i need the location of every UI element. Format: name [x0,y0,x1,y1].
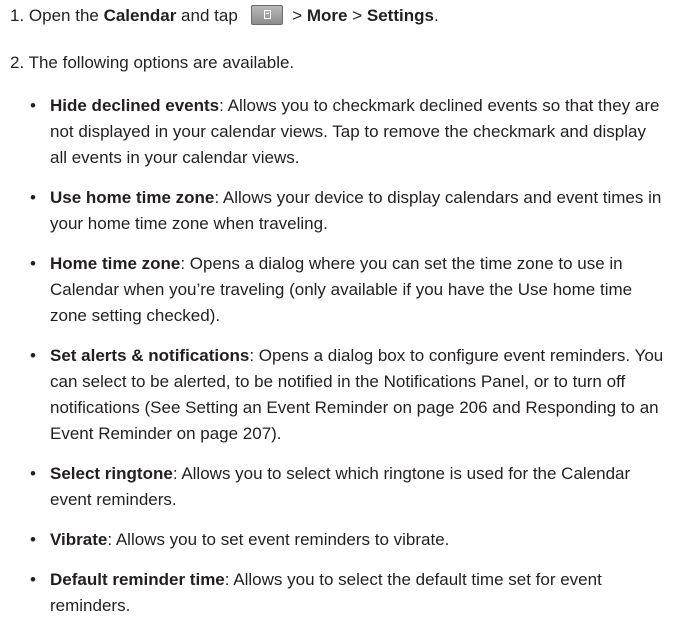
step-1-text: Open the [28,6,104,25]
manual-page: 1. Open the Calendar and tap > More > Se… [0,0,675,642]
option-vibrate: • Vibrate: Allows you to set event remind… [30,527,665,553]
settings-label: Settings [366,6,434,25]
step-1: 1. Open the Calendar and tap > More > Se… [10,3,439,29]
options-list: • Hide declined events: Allows you to che… [30,93,665,633]
bullet: • [30,188,36,207]
step-1-number: 1. [10,6,29,25]
bullet: • [30,254,36,273]
bullet: • [30,346,36,365]
bullet: • [30,530,36,549]
option-use-home-time-zone: • Use home time zone: Allows your device … [30,185,665,237]
more-label: More [306,6,348,25]
option-name: Set alerts & notifications [50,346,250,365]
option-name: Default reminder time [50,570,225,589]
step-1-text: and tap [176,6,243,25]
option-name: Select ringtone [50,464,173,483]
option-description: : Allows you to set event reminders to v… [107,530,450,549]
step-1-text: . [433,6,439,25]
menu-key-icon [250,5,283,25]
option-name: Use home time zone [50,188,215,207]
step-2: 2. The following options are available. [10,53,295,72]
option-hide-declined-events: • Hide declined events: Allows you to che… [30,93,665,171]
option-name: Hide declined events [50,96,220,115]
calendar-label: Calendar [103,6,177,25]
option-name: Home time zone [50,254,181,273]
bullet: • [30,464,36,483]
bullet: • [30,96,36,115]
separator: > [287,6,307,25]
option-name: Vibrate [50,530,108,549]
option-select-ringtone: • Select ringtone: Allows you to select w… [30,461,665,513]
option-home-time-zone: • Home time zone: Opens a dialog where yo… [30,251,665,329]
bullet: • [30,570,36,589]
option-default-reminder-time: • Default reminder time: Allows you to se… [30,567,665,619]
separator: > [347,6,367,25]
option-set-alerts-notifications: • Set alerts & notifications: Opens a dia… [30,343,665,447]
